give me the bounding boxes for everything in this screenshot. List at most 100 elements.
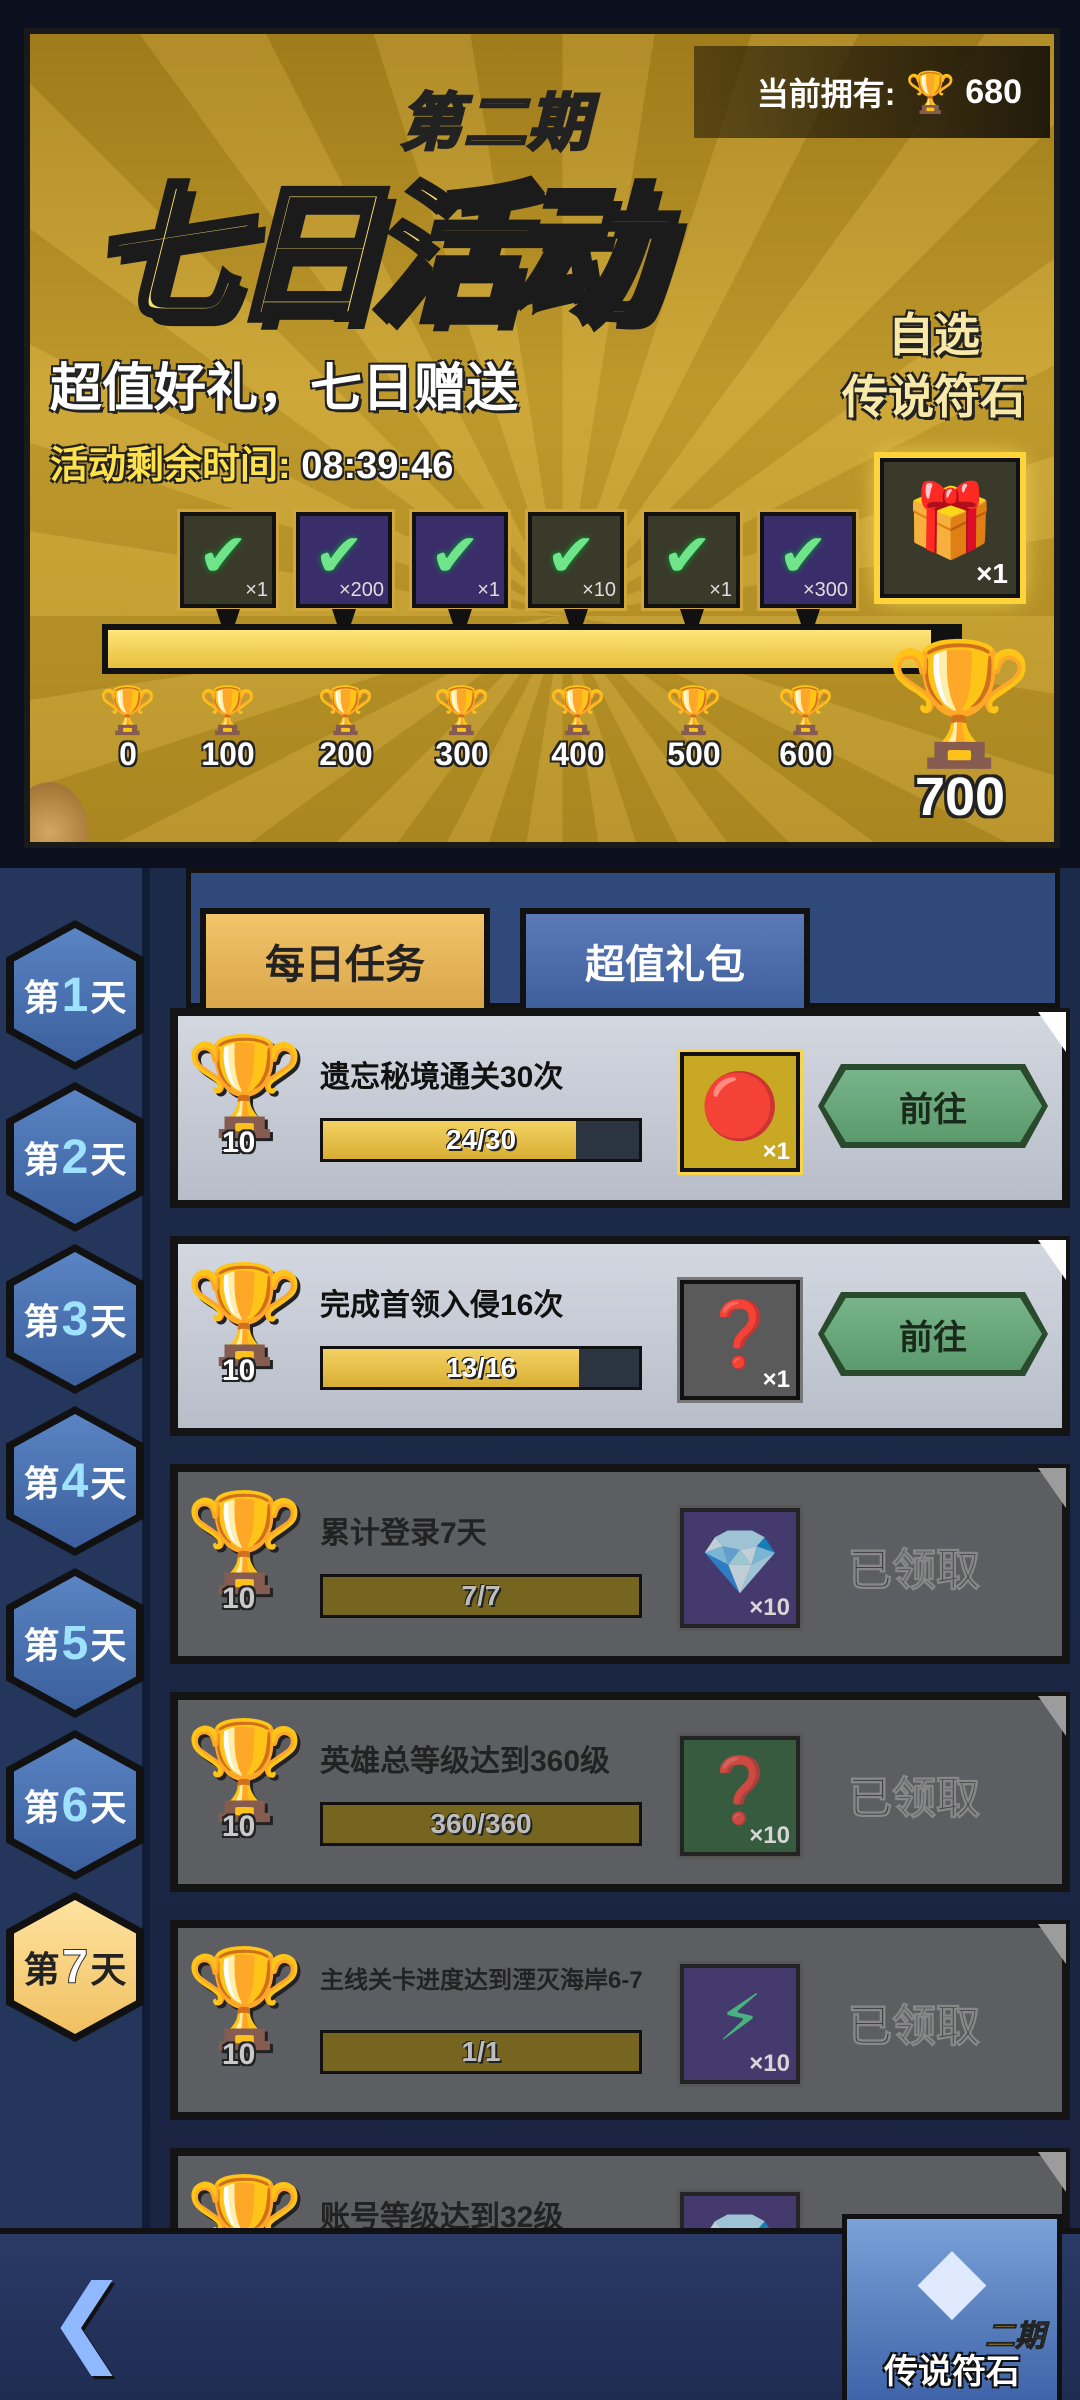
back-button[interactable]: ❮ [22,2266,152,2376]
task-progress-bar: 1/1 [320,2030,642,2074]
task-reward-diamond[interactable]: 💎 [677,2189,803,2228]
reward-count: ×200 [338,579,384,601]
trophy-icon: 🏆 [99,684,157,736]
task-name: 累计登录7天 [320,1517,487,1550]
milestone-points: 200 [319,736,373,772]
task-points-value: 10 [222,1354,256,1387]
legend-stone-chest-reward[interactable]: 🎁 ×1 [874,452,1026,604]
task-reward-mystery-chest[interactable]: ❓ ×10 [677,1733,803,1859]
pet-avatar-bubble[interactable] [30,782,88,842]
big-trophy-icon: 🏆 [885,637,1035,771]
day-prefix: 第 [23,1787,60,1828]
milestone-reward-6[interactable]: ✔ ×300 [757,509,859,611]
task-progress-text: 1/1 [461,2036,501,2067]
task-points-value: 10 [222,2038,256,2071]
trophy-icon: 🏆 [777,684,835,736]
milestone-reward-3[interactable]: ✔ ×1 [409,509,511,611]
card-corner [1038,1012,1066,1052]
task-reward-rune[interactable]: 🔴 ×1 [677,1049,803,1175]
tab-value-packs[interactable]: 超值礼包 [520,908,810,1008]
owned-label: 当前拥有: [756,76,896,112]
go-button-label: 前往 [824,1070,1042,1142]
task-name: 账号等级达到32级 [320,2201,564,2229]
legend-label-line1: 自选 [888,309,980,361]
check-icon: ✔ [314,522,365,589]
reward-count: ×1 [245,579,268,601]
milestone-400: 🏆 400 [528,684,628,773]
day-tab-3[interactable]: 第3天 [6,1244,144,1394]
claimed-label: 已领取 [848,1774,981,1824]
check-icon: ✔ [662,522,713,589]
milestone-reward-2[interactable]: ✔ ×200 [293,509,395,611]
day-number: 2 [61,1130,89,1184]
day-tab-1[interactable]: 第1天 [6,920,144,1070]
milestone-reward-5[interactable]: ✔ ×1 [641,509,743,611]
task-name: 完成首领入侵16次 [320,1289,564,1322]
claimed-label: 已领取 [848,2002,981,2052]
day-selector: 第1天 第2天 第3天 第4天 第5天 第6天 第7天 [0,868,150,2228]
trophy-icon: 🏆 [549,684,607,736]
go-button-label: 前往 [824,1298,1042,1370]
go-button[interactable]: 前往 [818,1292,1048,1376]
check-icon: ✔ [198,522,249,589]
lightning-icon: ⚡ [717,1982,763,2054]
task-progress-bar: 360/360 [320,1802,642,1846]
task-progress-bar: 13/16 [320,1346,642,1390]
go-button[interactable]: 前往 [818,1064,1048,1148]
task-reward-diamond[interactable]: 💎 ×10 [677,1505,803,1631]
task-progress-text: 360/360 [430,1808,532,1839]
day-prefix: 第 [23,1139,60,1180]
day-tab-6[interactable]: 第6天 [6,1730,144,1880]
day-tab-7[interactable]: 第7天 [6,1892,144,2042]
task-reward-mystery-chest[interactable]: ❓ ×1 [677,1277,803,1403]
countdown-timer: 活动剩余时间: 08:39:46 [50,434,453,489]
event-banner: 当前拥有: 🏆 680 七日活动 第二期 超值好礼，七日赠送 活动剩余时间: 0… [24,28,1060,848]
back-arrow-icon: ❮ [46,2267,128,2374]
reward-count: ×1 [709,579,732,601]
reward-count: ×1 [762,1138,790,1165]
milestone-700: 🏆 700 [880,634,1040,828]
trophy-icon: 🏆 [185,2173,305,2228]
legend-stone-event-button[interactable]: ◆ 二期 传说符石 [842,2214,1062,2400]
day-tab-4[interactable]: 第4天 [6,1406,144,1556]
tab-daily-tasks[interactable]: 每日任务 [200,908,490,1008]
day-suffix: 天 [90,1139,127,1180]
event-subtitle: 超值好礼，七日赠送 [50,360,519,418]
claimed-label: 已领取 [848,1546,981,1596]
day-prefix: 第 [23,977,60,1018]
card-corner [1038,1240,1066,1280]
day-tab-5[interactable]: 第5天 [6,1568,144,1718]
milestone-points: 500 [667,736,721,772]
day-prefix: 第 [23,1949,60,1990]
task-card: 🏆 10 遗忘秘境通关30次 24/30 🔴 ×1 前往 [170,1008,1070,1208]
day-number: 1 [61,968,89,1022]
task-points: 🏆 10 [170,1488,320,1615]
day-tab-2[interactable]: 第2天 [6,1082,144,1232]
progress-fill [108,630,931,668]
mystery-chest-icon: ❓ [700,1754,780,1826]
day-suffix: 天 [90,1463,127,1504]
task-progress-text: 13/16 [445,1352,517,1383]
day-number: 5 [61,1616,89,1670]
diamond-icon: 💎 [684,2208,796,2228]
milestone-points: 600 [779,736,833,772]
diamond-icon: 💎 [700,1526,780,1598]
task-card: 🏆 10 累计登录7天 7/7 💎 ×10 已领取 [170,1464,1070,1664]
task-progress-text: 24/30 [445,1124,517,1155]
task-points: 🏆 10 [170,1944,320,2071]
card-corner [1038,1696,1066,1736]
timer-value: 08:39:46 [301,445,454,487]
reward-count: ×10 [582,579,616,601]
bottom-bar: ❮ ◆ 二期 传说符石 [0,2214,1080,2400]
owned-points-panel: 当前拥有: 🏆 680 [694,46,1050,138]
milestone-reward-1[interactable]: ✔ ×1 [177,509,279,611]
task-section: 第1天 第2天 第3天 第4天 第5天 第6天 第7天 每日任务 超值礼包 🏆 … [0,868,1080,2228]
task-name: 遗忘秘境通关30次 [320,1061,564,1094]
milestone-200: 🏆 200 [296,684,396,773]
task-reward-energy[interactable]: ⚡ ×10 [677,1961,803,2087]
trophy-icon: 🏆 [665,684,723,736]
milestone-reward-4[interactable]: ✔ ×10 [525,509,627,611]
task-progress-bar: 7/7 [320,1574,642,1618]
task-card: 🏆 10 主线关卡进度达到湮灭海岸6-7 1/1 ⚡ ×10 已领取 [170,1920,1070,2120]
event-issue-label: 第二期 [398,88,593,160]
